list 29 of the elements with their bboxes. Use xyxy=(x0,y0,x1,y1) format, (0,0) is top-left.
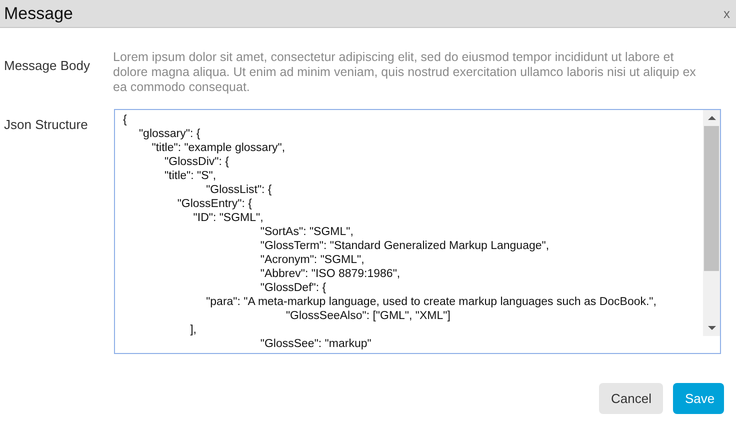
json-text-area[interactable] xyxy=(114,109,721,354)
code-line: { xyxy=(123,113,128,127)
field-label: Message Body xyxy=(4,57,91,73)
field-label: Json Structure xyxy=(4,116,89,132)
code-line: "GlossList": { xyxy=(205,183,273,197)
close-button[interactable]: x xyxy=(724,6,730,21)
cancel-button[interactable]: Cancel xyxy=(599,383,663,414)
code-line: "glossary": { xyxy=(138,127,202,141)
scroll-up-icon[interactable] xyxy=(708,116,716,120)
window-title: Message xyxy=(4,4,73,24)
code-line: ], xyxy=(189,323,198,337)
code-line: "GlossDiv": { xyxy=(164,155,230,169)
code-line: "SortAs": "SGML", xyxy=(259,225,354,239)
code-line: "ID": "SGML", xyxy=(192,211,264,225)
code-line: "GlossDef": { xyxy=(259,281,328,295)
code-line: "GlossEntry": { xyxy=(176,197,253,211)
scrollbar[interactable] xyxy=(703,110,720,336)
code-line: "GlossTerm": "Standard Generalized Markup Language", xyxy=(259,239,550,253)
code-line: "Acronym": "SGML", xyxy=(259,253,366,267)
code-line: "Abbrev": "ISO 8879:1986", xyxy=(259,267,402,281)
scroll-thumb[interactable] xyxy=(704,126,719,271)
scroll-down-icon[interactable] xyxy=(708,326,716,330)
message-body-text: Lorem ipsum dolor sit amet, consectetur adipiscing elit, sed do eiusmod tempor incididunt ut labore et dolore magna aliqua. Ut enim ad minim veniam, quis nostrud exercitation ullamco laboris nisi ut aliquip ex ea commodo consequat. xyxy=(113,50,697,95)
code-line: "GlossSee": "markup" xyxy=(259,337,372,351)
code-line: "GlossSeeAlso": ["GML", "XML"] xyxy=(284,309,452,323)
code-line: "title": "S", xyxy=(164,169,218,183)
save-button[interactable]: Save xyxy=(673,383,724,414)
code-line: "para": "A meta-markup language, used to create markup languages such as DocBook.", xyxy=(205,295,658,309)
code-line: "title": "example glossary", xyxy=(150,141,286,155)
